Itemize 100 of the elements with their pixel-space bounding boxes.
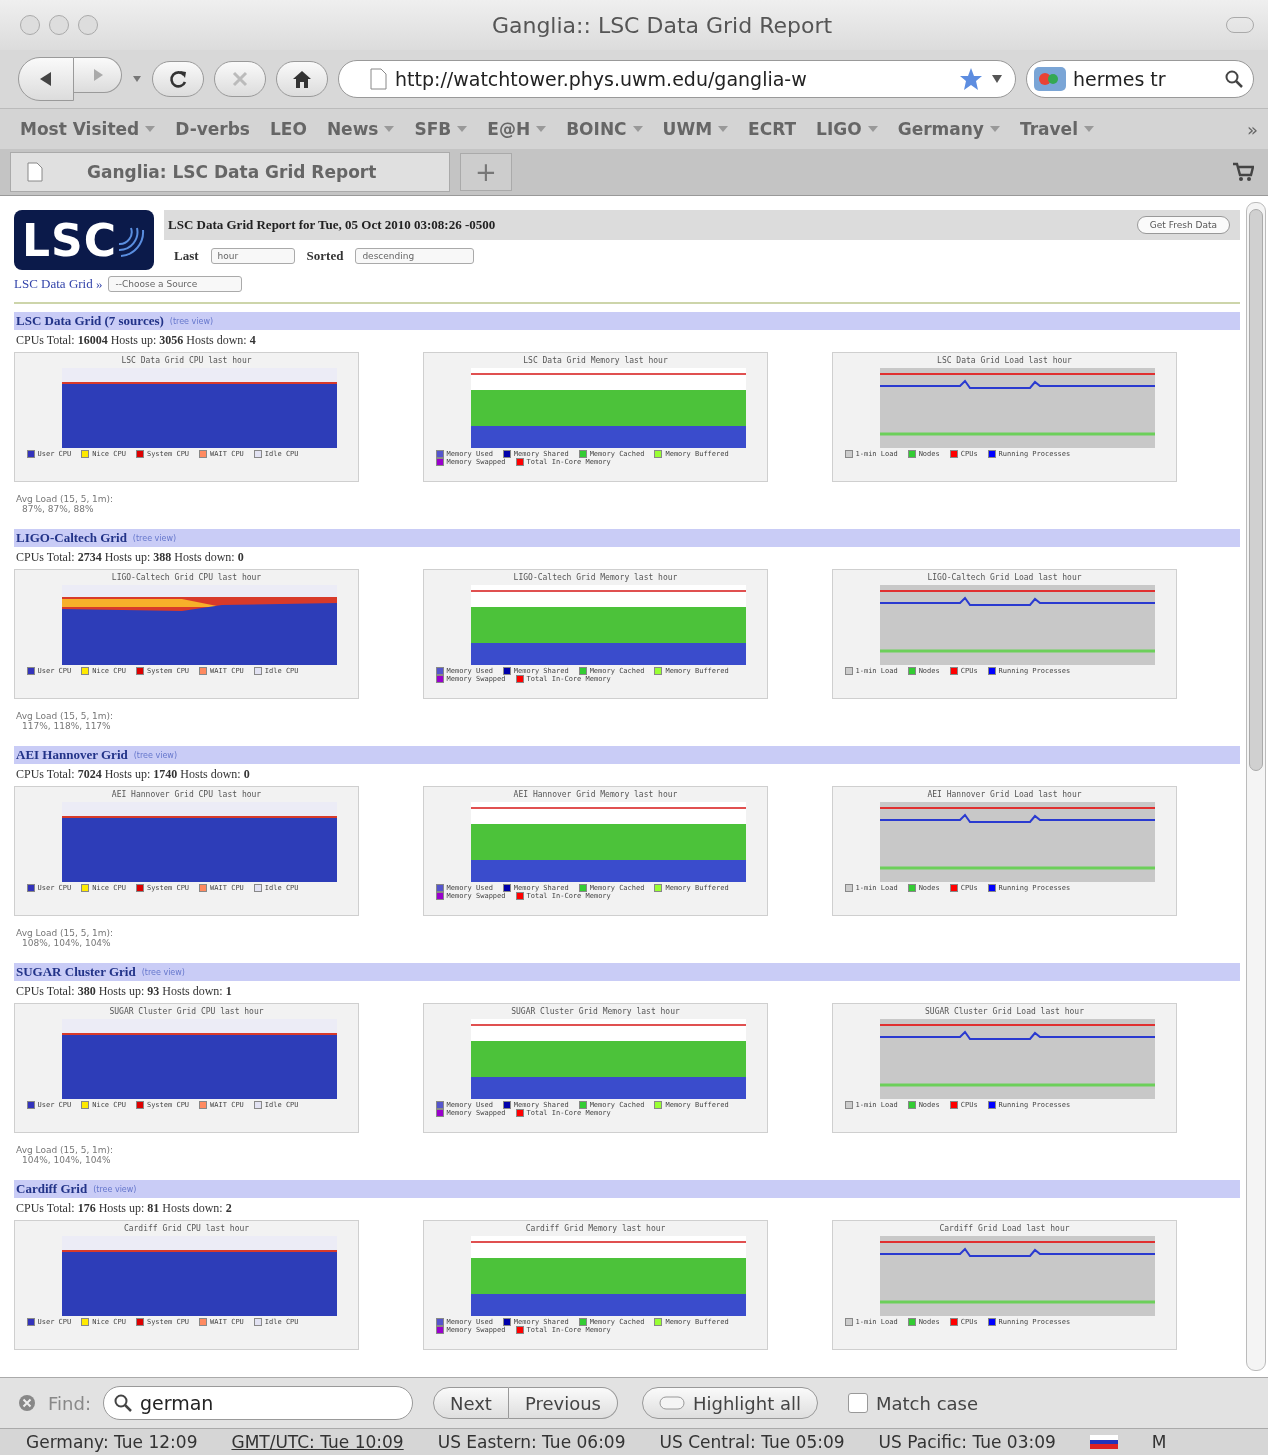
sorted-label: Sorted — [306, 248, 344, 264]
sort-order-select[interactable]: descending — [355, 248, 475, 264]
window-control-button[interactable] — [78, 15, 98, 35]
host-stats-text: CPUs Total: 16004 Hosts up: 3056 Hosts down: 4 — [15, 332, 257, 349]
caret-icon — [718, 126, 729, 132]
close-icon[interactable] — [18, 1394, 36, 1412]
reload-button[interactable] — [152, 61, 204, 97]
find-field[interactable]: german — [102, 1386, 413, 1420]
report-title: LSC Data Grid Report for Tue, 05 Oct 2010 03:08:26 -0500 — [168, 217, 496, 233]
bookmark-item[interactable]: E@H — [487, 119, 547, 139]
bookmark-item[interactable]: News — [326, 119, 395, 139]
caret-icon — [989, 126, 1000, 132]
overflow-button[interactable]: » — [1247, 118, 1258, 140]
window-control-button[interactable] — [49, 15, 69, 35]
lsc-logo: LSC — [14, 210, 154, 270]
scrollbar[interactable] — [1246, 202, 1266, 1371]
host-stats-text: CPUs Total: 176 Hosts up: 81 Hosts down: 2 — [15, 1200, 233, 1217]
bookmark-item[interactable]: Travel — [1019, 119, 1094, 139]
last-label: Last — [174, 248, 199, 264]
host-stats-text: CPUs Total: 380 Hosts up: 93 Hosts down: 1 — [15, 983, 233, 1000]
caret-icon — [536, 126, 547, 132]
dropdown-caret-icon[interactable] — [991, 74, 1003, 84]
section-title[interactable]: LIGO-Caltech Grid — [16, 530, 127, 546]
page-icon — [27, 162, 43, 182]
avg-load-values: 104%, 104%, 104% — [21, 1155, 112, 1165]
bookmark-item[interactable]: SFB — [414, 119, 468, 139]
close-icon — [230, 69, 250, 89]
clock-text: US Pacific: Tue 03:09 — [878, 1432, 1056, 1452]
home-icon — [291, 69, 313, 89]
window-control-button[interactable] — [20, 15, 40, 35]
caret-icon — [457, 126, 468, 132]
avg-load-label: Avg Load (15, 5, 1m): — [15, 1145, 115, 1155]
clock-text: US Central: Tue 05:09 — [659, 1432, 845, 1452]
search-text: hermes tr — [1073, 68, 1167, 90]
caret-icon — [1083, 126, 1094, 132]
clock-text: US Eastern: Tue 06:09 — [437, 1432, 626, 1452]
caret-icon — [867, 126, 878, 132]
bookmark-item[interactable]: D-verbs — [175, 119, 250, 139]
avg-load-label: Avg Load (15, 5, 1m): — [15, 928, 115, 938]
graph-title: SUGAR Cluster Grid Memory last hour — [511, 1007, 680, 1016]
bookmark-item[interactable]: LEO — [270, 119, 307, 139]
section-title[interactable]: AEI Hannover Grid — [16, 747, 128, 763]
avg-load-values: 108%, 104%, 104% — [21, 938, 112, 948]
match-case-checkbox[interactable] — [848, 1393, 868, 1413]
bookmark-item[interactable]: UWM — [662, 119, 729, 139]
graph-title: SUGAR Cluster Grid CPU last hour — [109, 1007, 264, 1016]
graph-title: LSC Data Grid CPU last hour — [121, 356, 252, 365]
clock-text: Germany: Tue 12:09 — [26, 1432, 198, 1452]
next-button[interactable]: Next — [432, 1387, 509, 1419]
address-field[interactable]: http://watchtower.phys.uwm.edu/ganglia-w — [338, 60, 1016, 98]
search-engine-icon[interactable] — [1033, 66, 1067, 92]
bookmark-item[interactable]: Most Visited — [20, 119, 156, 139]
breadcrumb-link[interactable]: LSC Data Grid » — [14, 276, 103, 292]
search-icon — [113, 1394, 132, 1412]
shopping-cart-icon[interactable] — [1232, 162, 1254, 182]
graph-title: Cardiff Grid Load last hour — [939, 1224, 1070, 1233]
avg-load-values: 87%, 87%, 88% — [21, 504, 95, 514]
graph-title: SUGAR Cluster Grid Load last hour — [925, 1007, 1084, 1016]
url-text: http://watchtower.phys.uwm.edu/ganglia-w — [395, 68, 808, 90]
section-title[interactable]: Cardiff Grid — [16, 1181, 88, 1197]
graph-title: Cardiff Grid CPU last hour — [123, 1224, 250, 1233]
graph-title: LIGO-Caltech Grid Memory last hour — [513, 573, 678, 582]
avg-load-label: Avg Load (15, 5, 1m): — [15, 711, 115, 721]
graph-title: LIGO-Caltech Grid CPU last hour — [111, 573, 262, 582]
bookmark-item[interactable]: ECRT — [748, 119, 797, 139]
time-range-select[interactable]: hour — [210, 248, 295, 264]
get-fresh-data-button[interactable]: Get Fresh Data — [1136, 216, 1230, 234]
home-button[interactable] — [276, 61, 328, 97]
bookmark-item[interactable]: Germany — [897, 119, 1000, 139]
caret-icon — [384, 126, 395, 132]
history-caret-icon[interactable] — [132, 75, 142, 83]
bookmark-item[interactable]: LIGO — [816, 119, 878, 139]
back-button[interactable] — [18, 57, 74, 101]
graph-title: LIGO-Caltech Grid Load last hour — [927, 573, 1082, 582]
avg-load-values: 117%, 118%, 117% — [21, 721, 112, 731]
stop-button[interactable] — [214, 61, 266, 97]
source-select[interactable]: --Choose a Source — [108, 276, 243, 292]
graph-title: AEI Hannover Grid CPU last hour — [111, 790, 262, 799]
graph-title: LSC Data Grid Load last hour — [937, 356, 1072, 365]
bookmark-item[interactable]: BOINC — [566, 119, 643, 139]
status-text: M — [1151, 1432, 1167, 1452]
graph-title: LSC Data Grid Memory last hour — [523, 356, 668, 365]
flag-icon — [1089, 1435, 1118, 1449]
find-label: Find: — [48, 1392, 91, 1414]
star-icon[interactable] — [959, 67, 983, 91]
section-title[interactable]: LSC Data Grid (7 sources) — [16, 313, 164, 329]
highlight-all-button[interactable]: Highlight all — [641, 1387, 818, 1419]
browser-tab[interactable]: Ganglia: LSC Data Grid Report — [10, 152, 450, 192]
page-icon — [369, 68, 387, 90]
graph-title: AEI Hannover Grid Load last hour — [927, 790, 1082, 799]
previous-button[interactable]: Previous — [508, 1387, 618, 1419]
search-field[interactable]: hermes tr — [1026, 60, 1254, 98]
scrollbar-thumb[interactable] — [1249, 209, 1263, 771]
graph-title: Cardiff Grid Memory last hour — [525, 1224, 666, 1233]
host-stats-text: CPUs Total: 7024 Hosts up: 1740 Hosts down: 0 — [15, 766, 251, 783]
graph-title: AEI Hannover Grid Memory last hour — [513, 790, 678, 799]
match-case-label: Match case — [876, 1392, 979, 1414]
section-title[interactable]: SUGAR Cluster Grid — [16, 964, 136, 980]
reload-icon — [167, 68, 189, 90]
search-icon[interactable] — [1225, 70, 1243, 88]
